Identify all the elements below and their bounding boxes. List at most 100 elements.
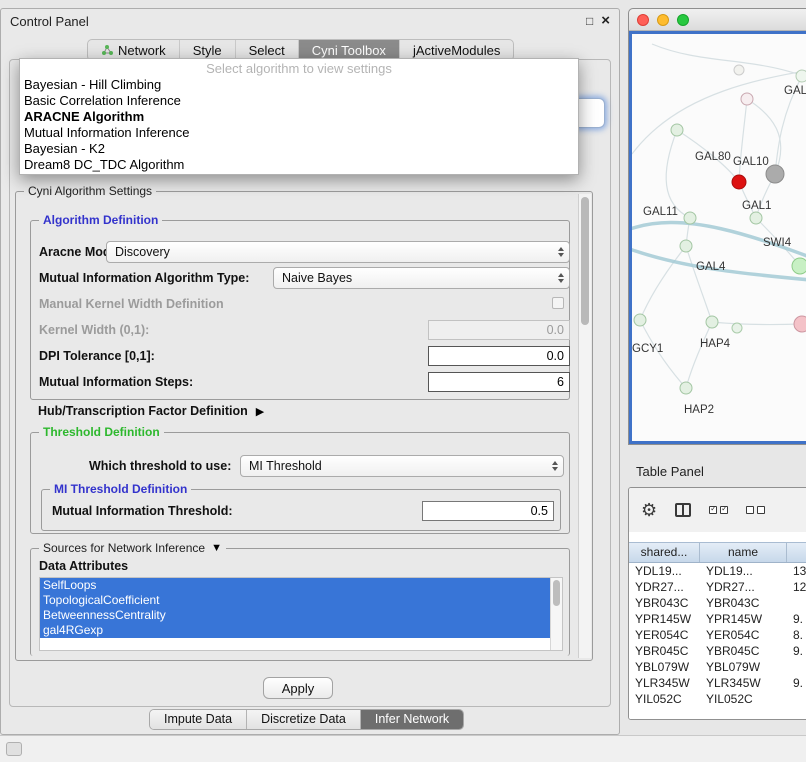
collapsed-arrow-icon[interactable]: ▶ (256, 405, 264, 418)
table-row[interactable]: YIL052C YIL052C (629, 691, 806, 707)
kernel-width-input[interactable] (428, 320, 570, 340)
which-threshold-combobox[interactable]: MI Threshold (240, 455, 564, 477)
expanded-arrow-icon[interactable]: ▼ (211, 542, 222, 554)
tab-cyni-toolbox[interactable]: Cyni Toolbox (299, 40, 400, 60)
table-cell: YER054C (629, 627, 700, 643)
network-node[interactable] (680, 382, 692, 394)
zoom-traffic-light-icon[interactable] (677, 14, 689, 26)
attribute-item-selected[interactable]: gal4RGexp (40, 623, 550, 638)
algorithm-select-combobox[interactable] (578, 98, 605, 128)
table-cell (787, 659, 806, 675)
gear-icon[interactable]: ⚙ (641, 501, 657, 519)
table-row[interactable]: YBR043C YBR043C (629, 595, 806, 611)
tab-jactivemodules[interactable]: jActiveModules (400, 40, 513, 60)
node-label: GAL (784, 85, 806, 97)
deselect-all-checkboxes-icon[interactable] (746, 506, 765, 514)
algorithm-option[interactable]: Mutual Information Inference (20, 125, 578, 141)
algorithm-option[interactable]: Dream8 DC_TDC Algorithm (20, 157, 578, 173)
bottom-dock-strip (0, 735, 806, 762)
table-row[interactable]: YDL19... YDL19... 13 (629, 563, 806, 579)
algorithm-option[interactable]: Bayesian - K2 (20, 141, 578, 157)
algorithm-option-selected[interactable]: ARACNE Algorithm (20, 109, 578, 125)
attribute-item-selected[interactable]: BetweennessCentrality (40, 608, 550, 623)
node-label: SWI4 (763, 237, 792, 249)
attributes-scrollbar-thumb[interactable] (553, 580, 560, 606)
tab-impute-data[interactable]: Impute Data (150, 710, 247, 729)
close-window-icon[interactable]: × (601, 14, 610, 28)
network-node[interactable] (634, 314, 646, 326)
mi-threshold-definition-title: MI Threshold Definition (50, 482, 191, 496)
tab-infer-network[interactable]: Infer Network (361, 710, 463, 729)
combo-arrows-icon (552, 461, 558, 471)
mi-threshold-input[interactable] (422, 501, 554, 521)
table-row[interactable]: YDR27... YDR27... 12 (629, 579, 806, 595)
algorithm-placeholder-option[interactable]: Select algorithm to view settings (20, 61, 578, 77)
tab-network-label: Network (118, 43, 166, 58)
network-node[interactable] (750, 212, 762, 224)
hub-transcription-factor-section[interactable]: Hub/Transcription Factor Definition ▶ (38, 404, 264, 418)
node-label: GAL11 (643, 206, 678, 218)
apply-button[interactable]: Apply (263, 677, 333, 699)
table-row[interactable]: YER054C YER054C 8. (629, 627, 806, 643)
table-row[interactable]: YLR345W YLR345W 9. (629, 675, 806, 691)
close-traffic-light-icon[interactable] (637, 14, 649, 26)
network-node[interactable] (734, 65, 744, 75)
table-row[interactable]: YBL079W YBL079W (629, 659, 806, 675)
network-node-red[interactable] (732, 175, 746, 189)
control-panel-title: Control Panel (10, 14, 89, 29)
attributes-scrollbar[interactable] (550, 578, 562, 650)
column-header-clipped[interactable] (787, 543, 806, 562)
table-cell: 9. (787, 643, 806, 659)
aracne-mode-combobox[interactable]: Discovery (106, 241, 570, 263)
tab-network[interactable]: Network (88, 40, 180, 60)
tab-style[interactable]: Style (180, 40, 236, 60)
control-panel-window: Control Panel □ × Network Style Select C… (0, 8, 620, 735)
network-node[interactable] (796, 70, 806, 82)
manual-kernel-width-checkbox[interactable] (552, 297, 564, 309)
table-row[interactable]: YBR045C YBR045C 9. (629, 643, 806, 659)
network-node[interactable] (684, 212, 696, 224)
mi-steps-input[interactable] (428, 372, 570, 392)
table-cell: YLR345W (700, 675, 787, 691)
select-all-checkboxes-icon[interactable] (709, 506, 728, 514)
cyni-mode-tabbar: Impute Data Discretize Data Infer Networ… (149, 709, 464, 730)
column-header-name[interactable]: name (700, 543, 787, 562)
node-label: GAL80 (695, 151, 731, 163)
threshold-definition-title: Threshold Definition (39, 425, 164, 439)
network-node[interactable] (732, 323, 742, 333)
algorithm-option[interactable]: Bayesian - Hill Climbing (20, 77, 578, 93)
table-cell: YDR27... (700, 579, 787, 595)
hub-transcription-factor-label: Hub/Transcription Factor Definition (38, 404, 248, 418)
settings-scrollbar[interactable] (578, 194, 591, 658)
table-cell: YIL052C (700, 691, 787, 707)
combo-arrows-icon (558, 247, 564, 257)
mi-algorithm-type-combobox[interactable]: Naive Bayes (273, 267, 570, 289)
network-node-pink[interactable] (794, 316, 806, 332)
network-node[interactable] (741, 93, 753, 105)
attribute-item-selected[interactable]: TopologicalCoefficient (40, 593, 550, 608)
network-node[interactable] (792, 258, 806, 274)
table-cell (787, 595, 806, 611)
minimized-panel-icon[interactable] (6, 742, 22, 756)
float-window-icon[interactable]: □ (586, 14, 593, 28)
network-window-titlebar[interactable] (629, 9, 806, 31)
network-node[interactable] (680, 240, 692, 252)
network-node[interactable] (706, 316, 718, 328)
attribute-item-selected[interactable]: SelfLoops (40, 578, 550, 593)
tab-select[interactable]: Select (236, 40, 299, 60)
dpi-tolerance-label: DPI Tolerance [0,1]: (39, 349, 155, 363)
settings-scrollbar-thumb[interactable] (581, 197, 589, 325)
network-canvas[interactable]: GAL80 GAL10 GAL11 GAL1 SWI4 GAL4 GCY1 HA… (629, 31, 806, 444)
table-cell: YBR045C (629, 643, 700, 659)
dpi-tolerance-input[interactable] (428, 346, 570, 366)
algorithm-option[interactable]: Basic Correlation Inference (20, 93, 578, 109)
columns-icon[interactable] (675, 503, 691, 517)
minimize-traffic-light-icon[interactable] (657, 14, 669, 26)
aracne-mode-value: Discovery (115, 245, 170, 259)
network-node[interactable] (671, 124, 683, 136)
table-cell: YDR27... (629, 579, 700, 595)
tab-discretize-data[interactable]: Discretize Data (247, 710, 361, 729)
table-row[interactable]: YPR145W YPR145W 9. (629, 611, 806, 627)
column-header-shared-name[interactable]: shared... (629, 543, 700, 562)
control-panel-titlebar[interactable]: Control Panel □ × (1, 9, 619, 33)
